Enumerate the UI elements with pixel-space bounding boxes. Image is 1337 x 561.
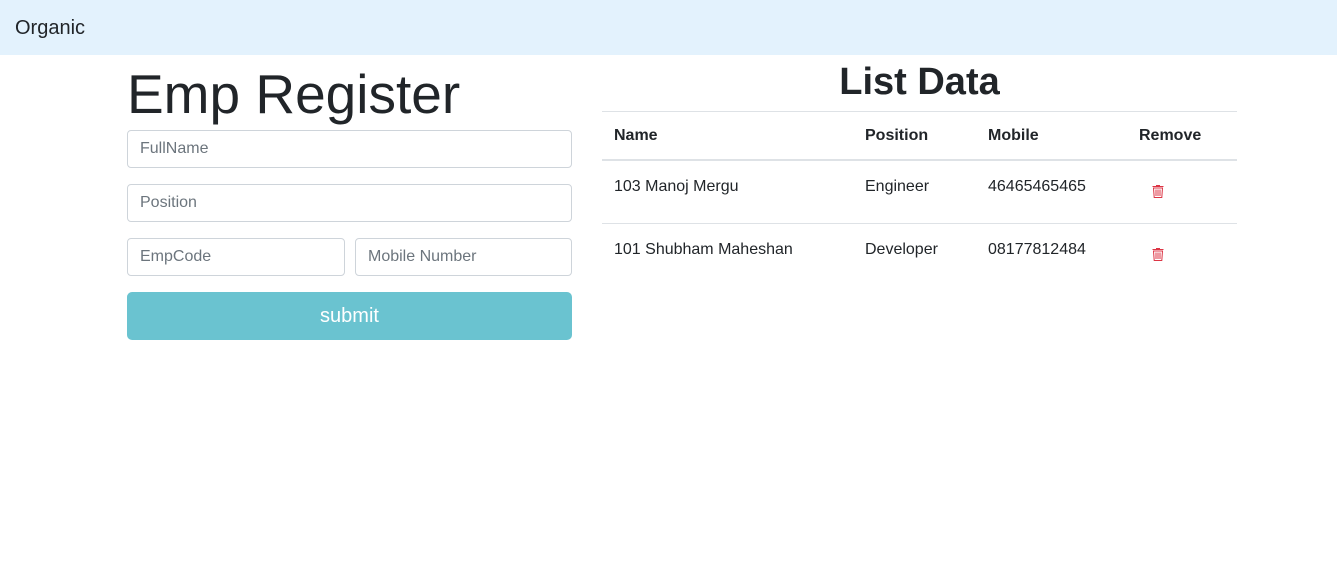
navbar: Organic [0,0,1337,55]
navbar-brand[interactable]: Organic [15,15,85,41]
table-header-row: Name Position Mobile Remove [602,111,1237,161]
table-row: 101 Shubham Maheshan Developer 081778124… [602,223,1237,286]
cell-name: 101 Shubham Maheshan [614,240,793,258]
trash-icon[interactable] [1152,247,1164,261]
cell-position: Developer [865,240,938,258]
cell-mobile: 46465465465 [976,160,1127,224]
table-row: 103 Manoj Mergu Engineer 46465465465 [602,160,1237,224]
employee-table: Name Position Mobile Remove 103 Manoj Me… [602,111,1237,286]
cell-name: 103 Manoj Mergu [602,160,853,224]
form-title: Emp Register [127,63,461,125]
cell-mobile: 08177812484 [988,240,1086,258]
column-header-mobile: Mobile [976,111,1127,161]
fullname-input[interactable] [127,130,572,168]
column-header-name: Name [602,111,853,161]
mobile-number-input[interactable] [355,238,572,276]
cell-remove [1127,160,1237,224]
column-header-remove: Remove [1127,111,1237,161]
trash-icon[interactable] [1152,184,1164,198]
trash-icon-svg [1152,247,1164,261]
trash-icon-svg [1152,185,1164,198]
list-title: List Data [839,61,1000,103]
cell-position: Engineer [853,160,976,224]
cell-remove [1127,223,1237,286]
position-input[interactable] [127,184,572,222]
submit-button[interactable]: submit [127,292,572,340]
column-header-position: Position [853,111,976,161]
empcode-input[interactable] [127,238,345,276]
